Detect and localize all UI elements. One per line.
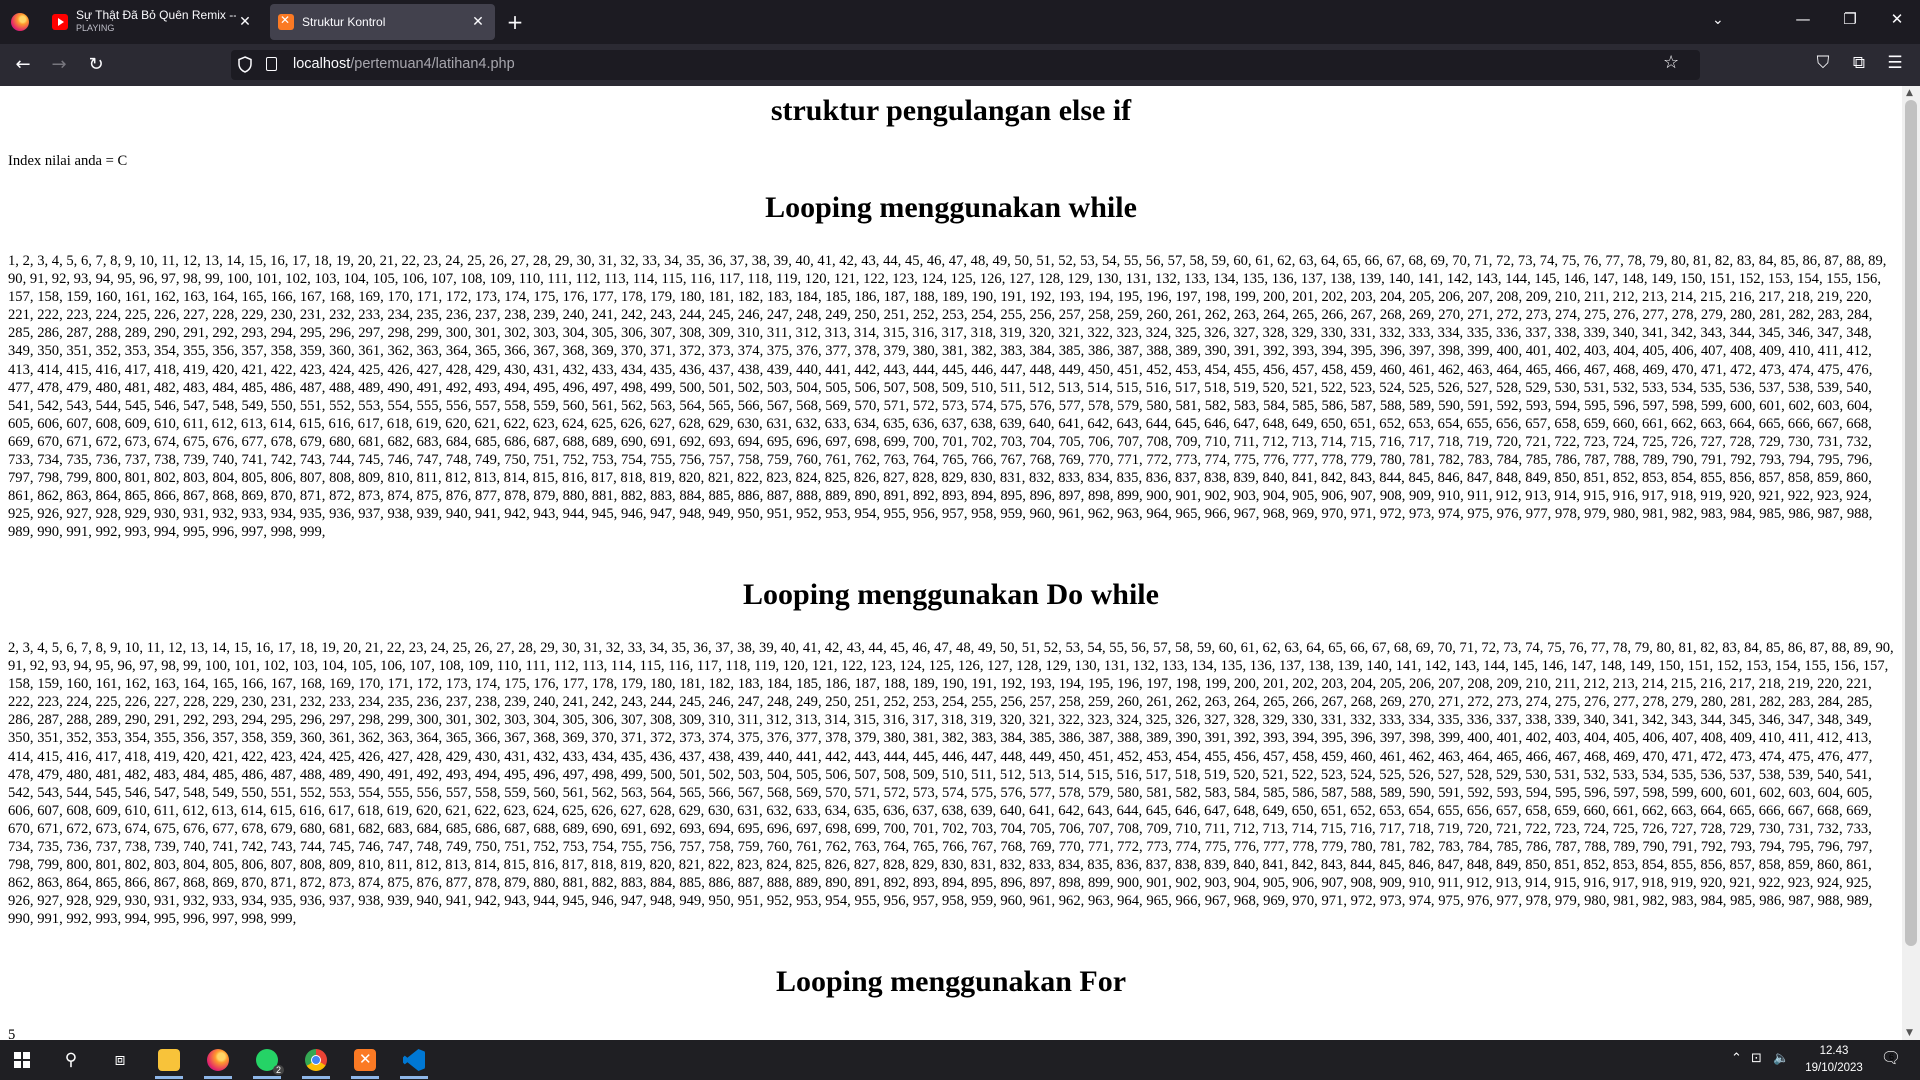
firefox-icon — [207, 1049, 229, 1071]
folder-icon — [158, 1049, 180, 1071]
task-view-button[interactable]: ⧈ — [98, 1040, 142, 1080]
tab-title: Sự Thật Đã Bỏ Quên Remix -- H — [76, 9, 236, 22]
whatsapp-badge: 2 — [272, 1065, 284, 1075]
tab-playing-label: PLAYING — [76, 23, 115, 33]
scroll-up-arrow-icon[interactable]: ▲ — [1906, 88, 1913, 98]
xampp-icon: ✕ — [354, 1049, 376, 1071]
reload-icon[interactable]: ↻ — [83, 52, 109, 78]
notifications-icon[interactable]: 🗨 6 — [1880, 1048, 1902, 1068]
file-explorer-button[interactable] — [147, 1040, 191, 1080]
minimize-icon[interactable]: — — [1788, 10, 1818, 28]
close-tab-icon[interactable]: ✕ — [236, 14, 254, 30]
extensions-icon[interactable]: ⧉ — [1848, 53, 1870, 73]
pocket-icon[interactable]: ⛉ — [1812, 53, 1834, 73]
tab-youtube[interactable]: Sự Thật Đã Bỏ Quên Remix -- H PLAYING ✕ — [44, 4, 262, 40]
windows-logo-icon — [14, 1052, 30, 1068]
close-window-icon[interactable]: ✕ — [1882, 10, 1912, 28]
page-content: struktur pengulangan else if Index nilai… — [0, 86, 1902, 1040]
task-view-icon: ⧈ — [114, 1050, 126, 1070]
windows-start-button[interactable] — [0, 1040, 44, 1080]
scroll-down-arrow-icon[interactable]: ▼ — [1906, 1028, 1913, 1038]
browser-titlebar: Sự Thật Đã Bỏ Quên Remix -- H PLAYING ✕ … — [0, 0, 1920, 44]
vscode-icon — [403, 1049, 425, 1071]
volume-icon[interactable]: 🔈 — [1773, 1051, 1789, 1066]
grade-result: Index nilai anda = C — [8, 153, 128, 169]
app-menu-icon[interactable]: ☰ — [1884, 53, 1906, 73]
search-button[interactable]: ⚲ — [49, 1040, 93, 1080]
do-while-output: 2, 3, 4, 5, 6, 7, 8, 9, 10, 11, 12, 13, … — [8, 640, 1894, 928]
tab-title: Struktur Kontrol — [302, 15, 386, 29]
forward-arrow-icon[interactable]: → — [46, 52, 72, 78]
tracking-shield-icon[interactable] — [238, 56, 252, 73]
whatsapp-taskbar-button[interactable]: 2 — [245, 1040, 289, 1080]
whatsapp-icon: 2 — [256, 1049, 284, 1075]
url-text[interactable]: localhost/pertemuan4/latihan4.php — [293, 56, 515, 72]
tab-struktur-kontrol[interactable]: Struktur Kontrol ✕ — [270, 4, 495, 40]
heading-else-if: struktur pengulangan else if — [770, 94, 1132, 127]
bookmark-star-icon[interactable]: ☆ — [1663, 52, 1679, 73]
show-hidden-icons-icon[interactable]: ⌃ — [1731, 1051, 1742, 1066]
new-tab-button[interactable]: + — [503, 10, 527, 34]
clock-time: 12.43 — [1819, 1045, 1849, 1057]
close-tab-icon[interactable]: ✕ — [469, 14, 487, 30]
for-output: 5 — [8, 1027, 16, 1040]
chrome-taskbar-button[interactable] — [294, 1040, 338, 1080]
youtube-icon — [52, 14, 68, 30]
taskbar-clock[interactable]: 12.43 19/10/2023 — [1794, 1043, 1874, 1077]
heading-for: Looping menggunakan For — [775, 965, 1127, 998]
restore-icon[interactable]: ❐ — [1835, 10, 1865, 28]
list-all-tabs-icon[interactable]: ⌄ — [1712, 12, 1724, 28]
heading-while: Looping menggunakan while — [765, 191, 1137, 224]
notification-count: 6 — [1889, 1052, 1895, 1062]
page-info-icon[interactable] — [266, 57, 277, 71]
search-icon: ⚲ — [64, 1050, 78, 1070]
firefox-taskbar-button[interactable] — [196, 1040, 240, 1080]
scrollbar-thumb[interactable] — [1905, 100, 1917, 946]
network-icon[interactable]: ⊡ — [1751, 1051, 1762, 1066]
xampp-taskbar-button[interactable]: ✕ — [343, 1040, 387, 1080]
back-arrow-icon[interactable]: ← — [10, 52, 36, 78]
while-output: 1, 2, 3, 4, 5, 6, 7, 8, 9, 10, 11, 12, 1… — [8, 253, 1887, 541]
xampp-icon — [278, 13, 294, 30]
heading-do-while: Looping menggunakan Do while — [743, 578, 1159, 611]
firefox-menu-icon[interactable] — [11, 13, 29, 31]
clock-date: 19/10/2023 — [1805, 1062, 1863, 1074]
vscode-taskbar-button[interactable] — [392, 1040, 436, 1080]
chrome-icon — [305, 1049, 327, 1071]
